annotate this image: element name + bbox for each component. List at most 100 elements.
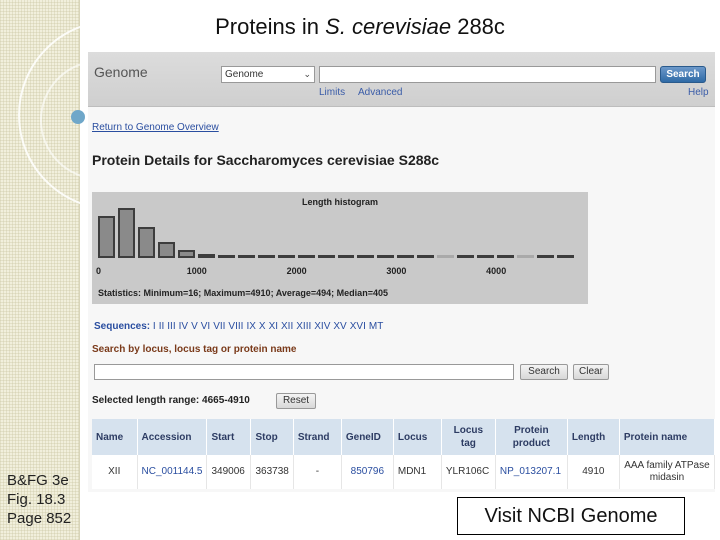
histogram-bar: [177, 250, 195, 258]
histogram-bar: [98, 216, 115, 258]
database-select-value: Genome: [225, 69, 264, 80]
cell-geneid-link[interactable]: 850796: [341, 455, 394, 489]
search-input[interactable]: [319, 66, 656, 83]
histogram-bar: [277, 255, 295, 258]
cell-strand: -: [293, 455, 342, 489]
column-header[interactable]: Locus: [393, 419, 442, 455]
column-header[interactable]: Name: [92, 419, 138, 455]
sequence-link[interactable]: I: [153, 321, 156, 332]
reset-button[interactable]: Reset: [276, 393, 316, 409]
genome-logo: Genome: [94, 64, 148, 80]
histogram-bar: [357, 255, 375, 258]
histogram-bar: [217, 254, 235, 258]
histogram-bar: [317, 255, 335, 258]
slide-title-prefix: Proteins in: [215, 14, 326, 39]
sequence-links: I II III IV V VI VII VIII IX X XI XII XIII XIV XV XVI MT: [153, 321, 386, 332]
slide-left-pattern: [0, 0, 80, 540]
histogram-bar: [297, 255, 315, 258]
histogram-bar: [517, 255, 535, 258]
page-title: Protein Details for Saccharomyces cerevi…: [92, 152, 440, 168]
column-header[interactable]: Accession: [137, 419, 208, 455]
sequence-link[interactable]: VIII: [228, 321, 243, 332]
histogram-bar: [557, 255, 575, 258]
sequence-link[interactable]: VI: [201, 321, 210, 332]
search-button[interactable]: Search: [660, 66, 706, 83]
column-header[interactable]: Protein product: [495, 419, 568, 455]
sequence-link[interactable]: X: [259, 321, 266, 332]
column-header[interactable]: Stop: [250, 419, 294, 455]
cell-protein-product-link[interactable]: NP_013207.1: [495, 455, 568, 489]
cell-length: 4910: [567, 455, 620, 489]
sequence-link[interactable]: II: [159, 321, 165, 332]
help-link[interactable]: Help: [688, 87, 709, 98]
sequences-row: Sequences: I II III IV V VI VII VIII IX X XI XII XII…: [94, 321, 386, 332]
histogram-bar: [117, 207, 135, 258]
limits-link[interactable]: Limits: [319, 87, 345, 98]
histogram-bar: [257, 255, 275, 258]
figure-reference: B&FG 3e Fig. 18.3 Page 852: [7, 471, 71, 528]
column-header[interactable]: Length: [567, 419, 620, 455]
histogram-bar: [457, 255, 475, 258]
sequence-link[interactable]: V: [191, 321, 198, 332]
sequence-link[interactable]: XV: [333, 321, 346, 332]
histogram-bar: [437, 255, 455, 258]
sequence-link[interactable]: MT: [369, 321, 383, 332]
sequence-link[interactable]: XIV: [314, 321, 330, 332]
column-header[interactable]: Start: [206, 419, 252, 455]
cell-locus: MDN1: [393, 455, 442, 489]
sequence-link[interactable]: III: [167, 321, 175, 332]
sequence-link[interactable]: XVI: [350, 321, 366, 332]
histogram-bar: [237, 255, 255, 258]
histogram-bar: [477, 255, 495, 258]
ncbi-header: Genome Genome ⌄ Search Limits Advanced H…: [88, 52, 715, 107]
histogram-tick-label: 1000: [186, 266, 207, 276]
database-select[interactable]: Genome ⌄: [221, 66, 315, 83]
sequence-link[interactable]: XIII: [296, 321, 311, 332]
table-header-row: Name Accession Start Stop Strand GeneID …: [92, 419, 715, 455]
cell-start: 349006: [206, 455, 252, 489]
advanced-link[interactable]: Advanced: [358, 87, 402, 98]
sequence-link[interactable]: VII: [213, 321, 225, 332]
chevron-down-icon: ⌄: [303, 69, 311, 79]
sequence-link[interactable]: XII: [281, 321, 293, 332]
histogram-tick-label: 0: [96, 266, 102, 276]
column-header[interactable]: Strand: [293, 419, 342, 455]
cell-accession-link[interactable]: NC_001144.5: [137, 455, 208, 489]
histogram-bar: [397, 255, 415, 258]
length-histogram[interactable]: Length histogram 0 1000 2000 3000 4000 Stati…: [92, 192, 588, 304]
histogram-bar: [537, 255, 555, 258]
visit-ncbi-genome-link[interactable]: Visit NCBI Genome: [457, 497, 685, 535]
slide-title-suffix: 288c: [451, 14, 505, 39]
locus-search-label: Search by locus, locus tag or protein na…: [92, 344, 297, 355]
slide-title: Proteins in S. cerevisiae 288c: [0, 14, 720, 40]
sequence-link[interactable]: IX: [246, 321, 255, 332]
histogram-bar: [417, 255, 435, 258]
histogram-tick-label: 2000: [286, 266, 307, 276]
return-to-overview-link[interactable]: Return to Genome Overview: [92, 122, 219, 133]
histogram-bar: [337, 255, 355, 258]
clear-button[interactable]: Clear: [573, 364, 609, 380]
slide-bullet-dot: [71, 110, 85, 124]
histogram-statistics: Statistics: Minimum=16; Maximum=4910; Av…: [98, 288, 388, 298]
sequence-link[interactable]: IV: [179, 321, 188, 332]
cell-name: XII: [92, 455, 138, 489]
locus-search-button[interactable]: Search: [520, 364, 568, 380]
histogram-bar: [197, 254, 215, 258]
cell-stop: 363738: [250, 455, 294, 489]
column-header[interactable]: GeneID: [341, 419, 394, 455]
cell-protein-name: AAA family ATPase midasin: [619, 455, 715, 489]
sequence-link[interactable]: XI: [269, 321, 278, 332]
reference-line: Page 852: [7, 510, 72, 527]
locus-search-input[interactable]: [94, 364, 514, 380]
table-row: XII NC_001144.5 349006 363738 - 850796 M…: [92, 455, 715, 489]
column-header[interactable]: Locus tag: [441, 419, 496, 455]
reference-line: Fig. 18.3: [7, 491, 66, 508]
column-header[interactable]: Protein name: [619, 419, 715, 455]
histogram-tick-label: 4000: [486, 266, 507, 276]
histogram-bar: [137, 227, 155, 258]
reference-line: B&FG 3e: [7, 472, 69, 489]
ncbi-screenshot: Genome Genome ⌄ Search Limits Advanced H…: [88, 52, 715, 492]
histogram-bar: [377, 255, 395, 258]
histogram-tick-label: 3000: [386, 266, 407, 276]
histogram-bar: [157, 242, 175, 258]
